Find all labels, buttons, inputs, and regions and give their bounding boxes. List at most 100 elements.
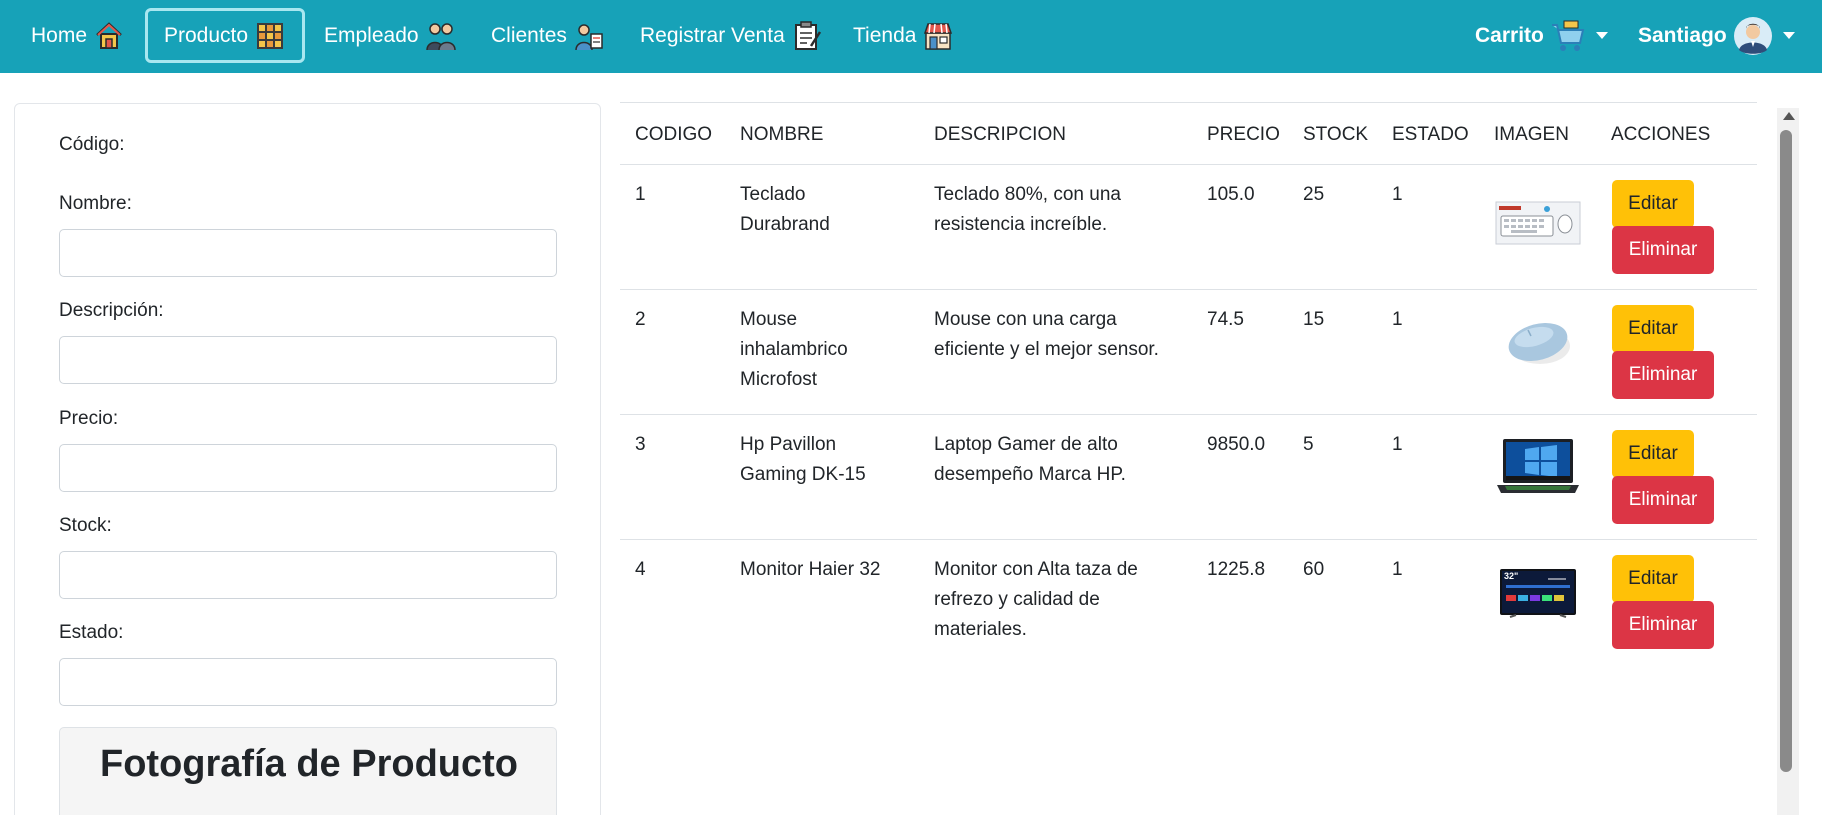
nombre-input[interactable] xyxy=(59,229,557,277)
header-stock: STOCK xyxy=(1303,124,1369,145)
cell-nombre-line: Hp Pavillon xyxy=(740,434,837,455)
cell-descripcion: Teclado 80%, con una resistencia increíb… xyxy=(934,180,1121,240)
user-name: Santiago xyxy=(1638,23,1727,47)
stock-input[interactable] xyxy=(59,551,557,599)
cell-descripcion-line: desempeño Marca HP. xyxy=(934,464,1126,485)
codigo-label: Código: xyxy=(59,134,125,155)
cell-descripcion: Mouse con una carga eficiente y el mejor… xyxy=(934,305,1159,365)
header-estado: ESTADO xyxy=(1392,124,1469,145)
cell-descripcion-line: materiales. xyxy=(934,619,1027,640)
cell-estado: 1 xyxy=(1392,434,1403,455)
stock-label: Stock: xyxy=(59,515,112,536)
mouse-image xyxy=(1495,307,1581,377)
cell-estado: 1 xyxy=(1392,184,1403,205)
clipboard-icon xyxy=(791,20,823,52)
cell-nombre-line: Monitor Haier 32 xyxy=(740,559,881,580)
cell-descripcion-line: Teclado 80%, con una xyxy=(934,184,1121,205)
header-divider xyxy=(620,164,1757,165)
cell-descripcion: Laptop Gamer de alto desempeño Marca HP. xyxy=(934,430,1126,490)
header-nombre: NOMBRE xyxy=(740,124,824,145)
cell-nombre-line: Mouse xyxy=(740,309,798,330)
cell-estado: 1 xyxy=(1392,309,1403,330)
nav-producto-label: Producto xyxy=(164,23,249,47)
shopping-cart-icon xyxy=(1550,19,1586,53)
store-icon xyxy=(922,20,954,52)
header-acciones: ACCIONES xyxy=(1611,124,1711,145)
employees-icon xyxy=(425,20,457,52)
precio-label: Precio: xyxy=(59,408,119,429)
nav-empleado[interactable]: Empleado xyxy=(324,8,457,63)
cell-precio: 105.0 xyxy=(1207,184,1255,205)
top-navbar: Home Producto Empleado Clientes Registra… xyxy=(0,0,1822,73)
header-imagen: IMAGEN xyxy=(1494,124,1569,145)
descripcion-input[interactable] xyxy=(59,336,557,384)
clients-icon xyxy=(573,20,605,52)
nav-tienda-label: Tienda xyxy=(853,23,917,47)
cart-label: Carrito xyxy=(1475,23,1544,47)
monitor-image: 32" xyxy=(1495,560,1581,630)
nombre-label: Nombre: xyxy=(59,193,132,214)
cell-codigo: 1 xyxy=(635,184,646,205)
cell-stock: 25 xyxy=(1303,184,1325,205)
cell-nombre-line: Durabrand xyxy=(740,214,830,235)
nav-producto[interactable]: Producto xyxy=(145,8,306,63)
nav-empleado-label: Empleado xyxy=(324,23,419,47)
edit-button[interactable]: Editar xyxy=(1612,555,1694,603)
precio-input[interactable] xyxy=(59,444,557,492)
header-descripcion: DESCRIPCION xyxy=(934,124,1066,145)
row-divider xyxy=(620,539,1757,540)
cell-estado: 1 xyxy=(1392,559,1403,580)
nav-registrar-venta[interactable]: Registrar Venta xyxy=(640,8,823,63)
cell-nombre: Hp Pavillon Gaming DK-15 xyxy=(740,430,866,490)
delete-button[interactable]: Eliminar xyxy=(1612,601,1714,649)
scrollbar-thumb[interactable] xyxy=(1780,130,1792,772)
cell-descripcion-line: resistencia increíble. xyxy=(934,214,1108,235)
row-divider xyxy=(620,414,1757,415)
user-dropdown[interactable]: Santiago xyxy=(1638,8,1795,63)
photo-title: Fotografía de Producto xyxy=(100,743,518,785)
monitor-size-badge: 32" xyxy=(1504,571,1518,581)
edit-button[interactable]: Editar xyxy=(1612,305,1694,353)
edit-button[interactable]: Editar xyxy=(1612,180,1694,228)
cell-precio: 74.5 xyxy=(1207,309,1244,330)
cell-nombre: Teclado Durabrand xyxy=(740,180,830,240)
cell-descripcion-line: Laptop Gamer de alto xyxy=(934,434,1118,455)
delete-button[interactable]: Eliminar xyxy=(1612,226,1714,274)
descripcion-label: Descripción: xyxy=(59,300,164,321)
nav-home-label: Home xyxy=(31,23,88,47)
cell-descripcion-line: Monitor con Alta taza de xyxy=(934,559,1138,580)
nav-home[interactable]: Home xyxy=(31,8,125,63)
delete-button[interactable]: Eliminar xyxy=(1612,351,1714,399)
avatar xyxy=(1733,16,1773,56)
product-form-card: Código: Nombre: Descripción: Precio: Sto… xyxy=(14,103,601,815)
cell-precio: 9850.0 xyxy=(1207,434,1266,455)
cell-descripcion-line: eficiente y el mejor sensor. xyxy=(934,339,1159,360)
cell-nombre: Monitor Haier 32 xyxy=(740,555,880,585)
cell-nombre: Mouse inhalambrico Microfost xyxy=(740,305,848,395)
laptop-image xyxy=(1495,432,1581,502)
nav-tienda[interactable]: Tienda xyxy=(853,8,954,63)
products-shelf-icon xyxy=(254,20,286,52)
page-scrollbar[interactable] xyxy=(1777,108,1799,815)
cell-codigo: 4 xyxy=(635,559,646,580)
header-precio: PRECIO xyxy=(1207,124,1280,145)
edit-button[interactable]: Editar xyxy=(1612,430,1694,478)
nav-clientes[interactable]: Clientes xyxy=(491,8,605,63)
nav-clientes-label: Clientes xyxy=(491,23,567,47)
scroll-up-arrow-icon[interactable] xyxy=(1783,112,1795,120)
house-icon xyxy=(93,20,125,52)
cell-descripcion-line: refrezo y calidad de xyxy=(934,589,1100,610)
nav-registrar-venta-label: Registrar Venta xyxy=(640,23,785,47)
delete-button[interactable]: Eliminar xyxy=(1612,476,1714,524)
cell-stock: 60 xyxy=(1303,559,1325,580)
product-photo-upload[interactable]: Fotografía de Producto xyxy=(59,727,557,815)
header-codigo: CODIGO xyxy=(635,124,713,145)
cell-stock: 5 xyxy=(1303,434,1314,455)
row-divider xyxy=(620,289,1757,290)
cell-precio: 1225.8 xyxy=(1207,559,1266,580)
cell-nombre-line: Teclado xyxy=(740,184,806,205)
cart-dropdown[interactable]: Carrito xyxy=(1475,8,1608,63)
estado-input[interactable] xyxy=(59,658,557,706)
user-chevron-down-icon xyxy=(1782,32,1795,39)
cell-codigo: 2 xyxy=(635,309,646,330)
